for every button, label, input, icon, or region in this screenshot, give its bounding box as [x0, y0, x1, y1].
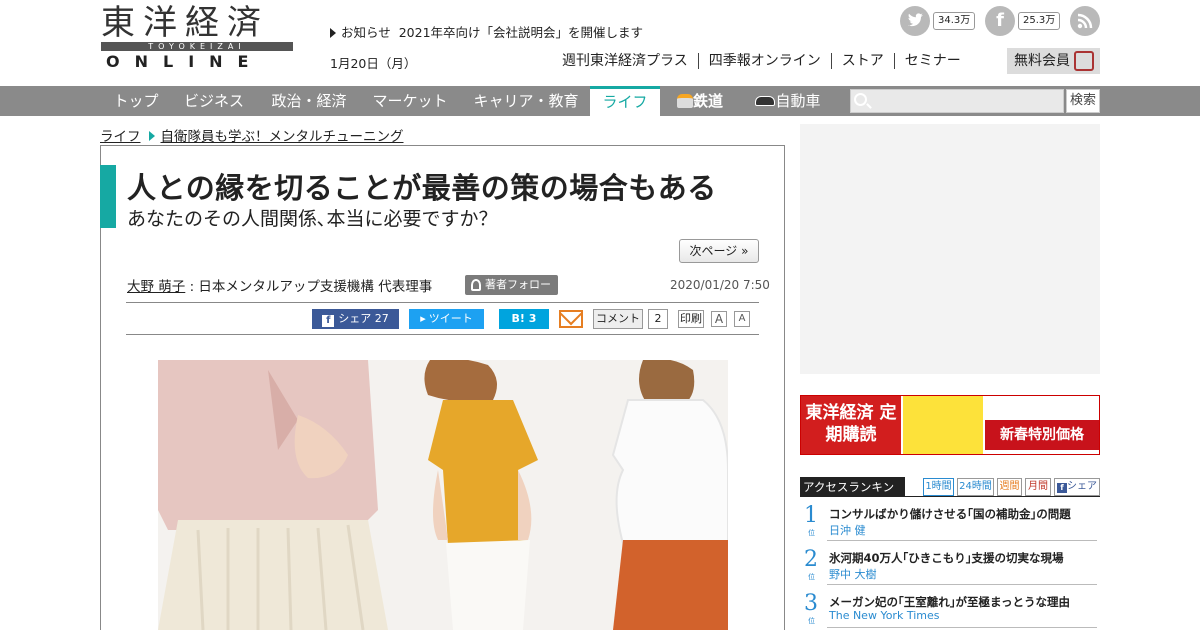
top-links: 週刊東洋経済プラス 四季報オンライン ストア セミナー	[552, 53, 971, 69]
nav-auto-label: 自動車	[775, 92, 821, 110]
magazine-cover	[903, 396, 983, 454]
font-large-button[interactable]: A	[711, 311, 727, 327]
follow-author-button[interactable]: 著者フォロー	[465, 275, 558, 295]
ranking-item-title[interactable]: 氷河期40万人｢ひきこもり｣支援の切実な現場	[829, 550, 1064, 566]
rank-suffix: 位	[808, 573, 815, 581]
current-date: 1月20日（月）	[330, 56, 417, 71]
author-name[interactable]: 大野 萌子	[127, 279, 185, 295]
triangle-icon	[148, 131, 155, 141]
nav-auto[interactable]: 自動車	[748, 86, 828, 116]
notice-label: お知らせ	[341, 25, 391, 40]
breadcrumb-life[interactable]: ライフ	[100, 129, 141, 145]
ranking-item-title[interactable]: コンサルばかり儲けさせる｢国の補助金｣の問題	[829, 506, 1071, 522]
divider	[126, 302, 759, 303]
pen-icon	[471, 279, 481, 291]
subscription-banner[interactable]: 東洋経済 定期購読 新春特別価格46%OFF	[800, 395, 1100, 455]
nav-life[interactable]: ライフ	[590, 86, 660, 116]
nav-railway-label: 鉄道	[692, 92, 723, 110]
ranking-tab-share-label: シェア	[1067, 481, 1097, 492]
print-button[interactable]: 印刷	[678, 310, 704, 328]
gift-icon	[1074, 51, 1094, 71]
nav-market[interactable]: マーケット	[362, 86, 458, 116]
notice[interactable]: お知らせ 2021年卒向け「会社説明会」を開催します	[330, 22, 643, 41]
search-input[interactable]	[850, 89, 1064, 113]
nav-top[interactable]: トップ	[103, 86, 169, 116]
hatena-button[interactable]: B! 3	[499, 309, 549, 329]
nav-business[interactable]: ビジネス	[172, 86, 256, 116]
rss-icon[interactable]	[1070, 6, 1100, 36]
comment-count: 2	[648, 309, 668, 329]
author-org: : 日本メンタルアップ支援機構 代表理事	[185, 279, 433, 295]
mail-icon[interactable]	[559, 310, 583, 328]
link-store[interactable]: ストア	[832, 53, 895, 69]
ranking-tab-month[interactable]: 月間	[1025, 478, 1051, 496]
site-logo[interactable]: 東洋経済	[101, 4, 293, 42]
comment-button[interactable]: コメント	[593, 309, 643, 329]
link-seminar[interactable]: セミナー	[895, 53, 971, 69]
divider	[800, 496, 1100, 497]
rank-suffix: 位	[808, 529, 815, 537]
link-weekly-plus[interactable]: 週刊東洋経済プラス	[552, 53, 699, 69]
nav-politics[interactable]: 政治・経済	[260, 86, 358, 116]
twitter-count: 34.3万	[933, 12, 976, 30]
ranking-item-author[interactable]: 野中 大樹	[829, 566, 877, 582]
search-icon	[854, 93, 867, 106]
notice-text[interactable]: 2021年卒向け「会社説明会」を開催します	[399, 25, 643, 40]
ranking-tab-1h[interactable]: 1時間	[923, 478, 954, 496]
ranking-item-author[interactable]: The New York Times	[829, 609, 939, 622]
triangle-icon	[330, 28, 336, 38]
twitter-icon[interactable]	[900, 6, 930, 36]
facebook-icon[interactable]: f	[985, 6, 1015, 36]
divider	[827, 627, 1097, 628]
train-icon	[676, 94, 693, 108]
divider	[126, 334, 759, 335]
twitter-share-label: ツイート	[428, 312, 473, 325]
link-shikiho[interactable]: 四季報オンライン	[699, 53, 832, 69]
ranking-item-author[interactable]: 日沖 健	[829, 522, 866, 538]
divider	[827, 584, 1097, 585]
facebook-count: 25.3万	[1018, 12, 1061, 30]
search-button[interactable]: 検索	[1066, 89, 1100, 113]
rank-number: 1	[804, 503, 818, 528]
ranking-tab-share[interactable]: f シェア	[1054, 478, 1100, 496]
logo-online[interactable]: ONLINE	[106, 52, 263, 71]
nav-railway[interactable]: 鉄道	[670, 86, 730, 116]
publish-date: 2020/01/20 7:50	[670, 278, 770, 292]
banner-left: 東洋経済 定期購読	[801, 396, 901, 454]
title-accent	[100, 165, 116, 228]
banner-promo: 新春特別価格46%OFF	[985, 420, 1099, 450]
ranking-tab-week[interactable]: 週間	[997, 478, 1022, 496]
article-subtitle: あなたのその人間関係､本当に必要ですか？	[127, 208, 498, 230]
car-icon	[755, 96, 776, 106]
facebook-share-label: シェア 27	[338, 312, 389, 325]
free-member-label: 無料会員	[1014, 53, 1070, 69]
ad-placeholder[interactable]	[800, 124, 1100, 374]
nav-career[interactable]: キャリア・教育	[462, 86, 590, 116]
ranking-item-title[interactable]: メーガン妃の｢王室離れ｣が至極まっとうな理由	[829, 594, 1070, 610]
next-page-button[interactable]: 次ページ »	[679, 239, 759, 263]
facebook-share-button[interactable]: f シェア 27	[312, 309, 399, 329]
rank-number: 2	[804, 547, 818, 572]
rank-suffix: 位	[808, 617, 815, 625]
article-photo	[158, 360, 728, 630]
author-line: 大野 萌子 : 日本メンタルアップ支援機構 代表理事	[127, 275, 432, 295]
facebook-icon: f	[1057, 483, 1067, 493]
ranking-heading: アクセスランキング	[800, 477, 905, 514]
rank-number: 3	[804, 591, 818, 616]
breadcrumb-series[interactable]: 自衛隊員も学ぶ！メンタルチューニング	[161, 129, 404, 145]
follow-label: 著者フォロー	[485, 278, 551, 291]
font-small-button[interactable]: A	[734, 311, 750, 327]
twitter-icon: ▸	[420, 312, 426, 325]
breadcrumb: ライフ 自衛隊員も学ぶ！メンタルチューニング	[100, 125, 404, 145]
divider	[827, 540, 1097, 541]
facebook-icon: f	[322, 315, 335, 327]
free-member-button[interactable]: 無料会員	[1007, 48, 1100, 74]
twitter-share-button[interactable]: ▸ ツイート	[409, 309, 484, 329]
logo-roman: TOYOKEIZAI	[148, 42, 246, 51]
ranking-tab-24h[interactable]: 24時間	[957, 478, 994, 496]
article-title: 人との縁を切ることが最善の策の場合もある	[127, 171, 717, 205]
